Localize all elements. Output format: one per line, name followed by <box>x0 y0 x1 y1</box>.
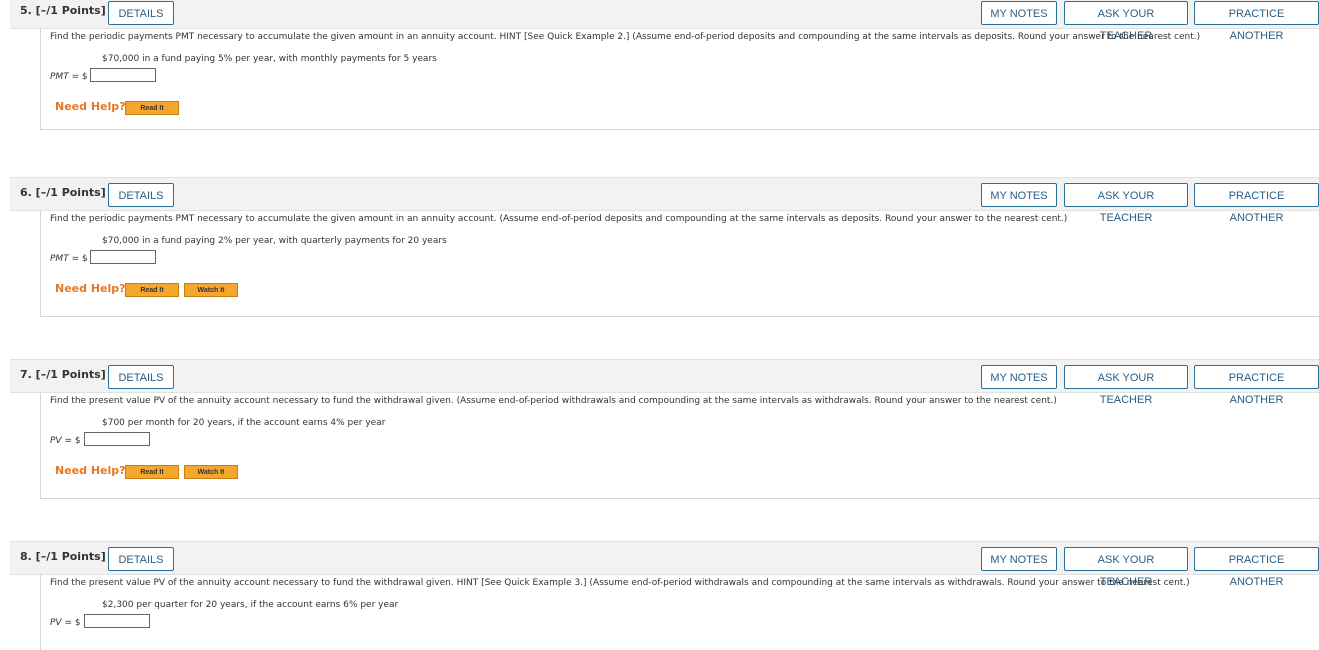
details-button[interactable]: DETAILS <box>108 183 174 207</box>
question-given: $70,000 in a fund paying 2% per year, wi… <box>102 236 447 246</box>
question-header: 5. [–/1 Points] DETAILS MY NOTES ASK YOU… <box>10 0 1319 42</box>
answer-prefix: = $ <box>61 436 81 446</box>
need-help-label: Need Help? <box>55 464 126 477</box>
question-instruction: Find the periodic payments PMT necessary… <box>50 32 1201 42</box>
answer-label: PMT = $ <box>50 254 88 264</box>
read-it-button[interactable]: Read It <box>125 283 179 297</box>
question-number: 5. [–/1 Points] <box>20 4 106 17</box>
answer-prefix: = $ <box>68 72 88 82</box>
pmt-answer-input[interactable] <box>90 250 156 264</box>
practice-another-button[interactable]: PRACTICE ANOTHER <box>1194 183 1319 224</box>
answer-label: PV = $ <box>50 618 81 628</box>
answer-variable: PMT <box>50 254 69 264</box>
my-notes-button[interactable]: MY NOTES <box>981 547 1057 571</box>
pmt-answer-input[interactable] <box>90 68 156 82</box>
question-given: $700 per month for 20 years, if the acco… <box>102 418 386 428</box>
question-body: Find the periodic payments PMT necessary… <box>40 29 1319 130</box>
question-given: $70,000 in a fund paying 5% per year, wi… <box>102 54 437 64</box>
details-button[interactable]: DETAILS <box>108 365 174 389</box>
pv-answer-input[interactable] <box>84 432 150 446</box>
practice-another-button[interactable]: PRACTICE ANOTHER <box>1194 1 1319 42</box>
answer-variable: PMT <box>50 72 69 82</box>
my-notes-button[interactable]: MY NOTES <box>981 1 1057 25</box>
question-body: Find the present value PV of the annuity… <box>40 393 1319 499</box>
details-button[interactable]: DETAILS <box>108 1 174 25</box>
question-instruction: Find the present value PV of the annuity… <box>50 578 1190 588</box>
ask-teacher-button[interactable]: ASK YOUR TEACHER <box>1064 547 1188 588</box>
watch-it-button[interactable]: Watch It <box>184 465 238 479</box>
my-notes-button[interactable]: MY NOTES <box>981 183 1057 207</box>
question-number: 7. [–/1 Points] <box>20 368 106 381</box>
details-button[interactable]: DETAILS <box>108 547 174 571</box>
question-body: Find the present value PV of the annuity… <box>40 575 1319 650</box>
question-header: 8. [–/1 Points] DETAILS MY NOTES ASK YOU… <box>10 541 1319 588</box>
pv-answer-input[interactable] <box>84 614 150 628</box>
answer-prefix: = $ <box>68 254 88 264</box>
ask-teacher-button[interactable]: ASK YOUR TEACHER <box>1064 183 1188 224</box>
question-header: 7. [–/1 Points] DETAILS MY NOTES ASK YOU… <box>10 359 1319 406</box>
need-help-label: Need Help? <box>55 100 126 113</box>
answer-variable: PV <box>50 436 62 446</box>
my-notes-button[interactable]: MY NOTES <box>981 365 1057 389</box>
question-header: 6. [–/1 Points] DETAILS MY NOTES ASK YOU… <box>10 177 1319 224</box>
question-number: 6. [–/1 Points] <box>20 186 106 199</box>
practice-another-button[interactable]: PRACTICE ANOTHER <box>1194 547 1319 588</box>
answer-prefix: = $ <box>61 618 81 628</box>
practice-another-button[interactable]: PRACTICE ANOTHER <box>1194 365 1319 406</box>
question-given: $2,300 per quarter for 20 years, if the … <box>102 600 399 610</box>
question-number: 8. [–/1 Points] <box>20 550 106 563</box>
question-body: Find the periodic payments PMT necessary… <box>40 211 1319 317</box>
question-instruction: Find the periodic payments PMT necessary… <box>50 214 1068 224</box>
answer-label: PV = $ <box>50 436 81 446</box>
answer-label: PMT = $ <box>50 72 88 82</box>
ask-teacher-button[interactable]: ASK YOUR TEACHER <box>1064 1 1188 42</box>
read-it-button[interactable]: Read It <box>125 101 179 115</box>
question-instruction: Find the present value PV of the annuity… <box>50 396 1057 406</box>
read-it-button[interactable]: Read It <box>125 465 179 479</box>
answer-variable: PV <box>50 618 62 628</box>
need-help-label: Need Help? <box>55 282 126 295</box>
watch-it-button[interactable]: Watch It <box>184 283 238 297</box>
ask-teacher-button[interactable]: ASK YOUR TEACHER <box>1064 365 1188 406</box>
